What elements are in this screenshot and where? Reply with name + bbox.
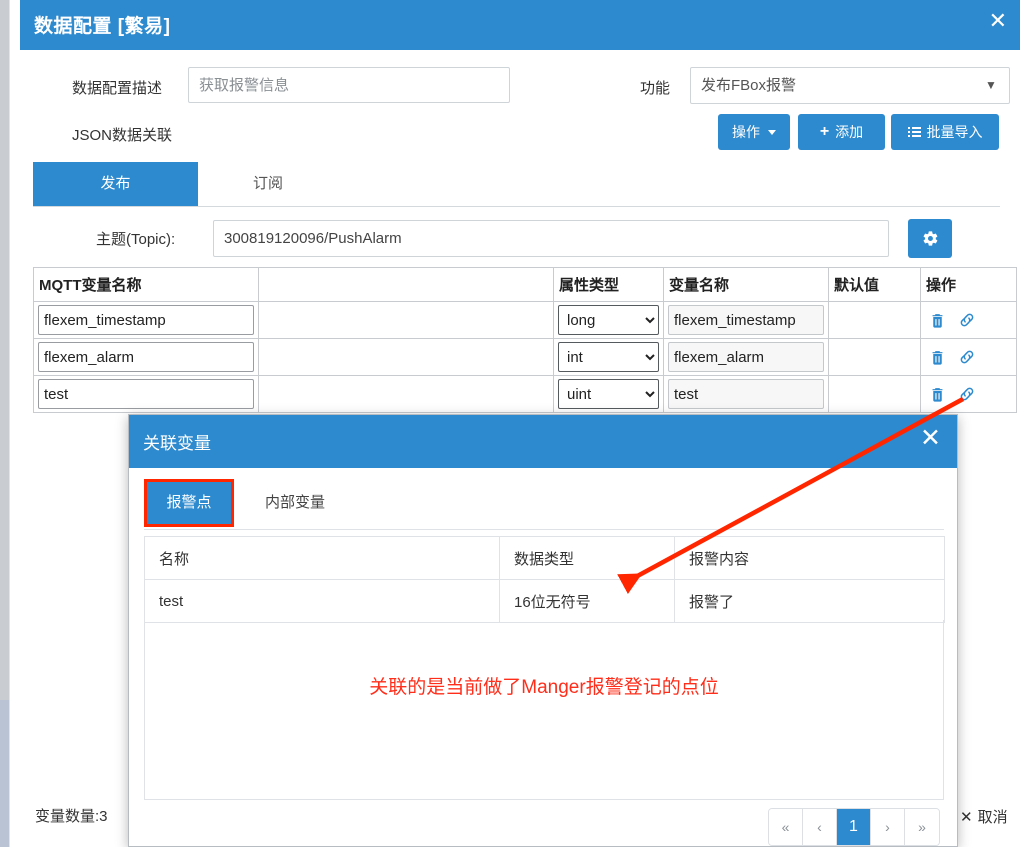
cancel-button[interactable]: ✕ 取消	[960, 806, 1008, 827]
cell-mqtt-name	[33, 338, 259, 376]
col-name: 名称	[144, 536, 500, 580]
pagination-first[interactable]: «	[769, 809, 803, 845]
topic-input[interactable]	[213, 220, 889, 257]
batch-import-button[interactable]: 批量导入	[891, 114, 999, 150]
caret-down-icon	[768, 129, 776, 135]
cell-mqtt-name	[33, 375, 259, 413]
page-title: 数据配置 [繁易]	[34, 16, 171, 37]
col-attr-type: 属性类型	[553, 267, 664, 302]
pagination-last[interactable]: »	[905, 809, 939, 845]
operation-menu-button[interactable]: 操作	[718, 114, 790, 150]
cell-default-value	[828, 375, 921, 413]
cell-spacer	[258, 375, 554, 413]
add-button-label: 添加	[835, 124, 864, 140]
mqtt-name-input[interactable]	[38, 305, 254, 335]
cell-operation	[920, 301, 1017, 339]
pagination-next[interactable]: ›	[871, 809, 905, 845]
cancel-button-label: 取消	[977, 809, 1008, 826]
json-link-label: JSON数据关联	[72, 127, 173, 144]
attr-type-select[interactable]: long	[558, 305, 659, 335]
trash-icon[interactable]	[929, 349, 946, 366]
desc-label: 数据配置描述	[72, 80, 163, 97]
table-header-row: 名称 数据类型 报警内容	[144, 536, 945, 580]
pubsub-tabs: 发布 订阅	[33, 162, 1000, 207]
col-var-name: 变量名称	[663, 267, 829, 302]
modal-close-icon[interactable]: ✕	[920, 426, 941, 451]
col-mqtt-name: MQTT变量名称	[33, 267, 259, 302]
col-default-value: 默认值	[828, 267, 921, 302]
annotation-note: 关联的是当前做了Manger报警登记的点位	[369, 677, 719, 698]
modal-titlebar: 关联变量 ✕	[129, 415, 957, 468]
table-row[interactable]: test 16位无符号 报警了	[144, 579, 945, 623]
link-icon[interactable]	[958, 385, 976, 403]
mqtt-name-input[interactable]	[38, 342, 254, 372]
cell-spacer	[258, 301, 554, 339]
close-icon: ✕	[960, 808, 973, 826]
cell-default-value	[828, 301, 921, 339]
cell-attr-type: long	[553, 301, 664, 339]
cell-alarm-content: 报警了	[674, 579, 945, 623]
topic-label: 主题(Topic):	[96, 231, 176, 248]
function-label: 功能	[640, 80, 671, 97]
var-name-input[interactable]	[668, 342, 824, 372]
mqtt-name-input[interactable]	[38, 379, 254, 409]
cell-attr-type: uint	[553, 375, 664, 413]
cell-default-value	[828, 338, 921, 376]
list-icon	[907, 126, 921, 138]
left-scroll-thumb[interactable]	[0, 700, 10, 847]
table-row: int	[33, 338, 1017, 376]
cell-data-type: 16位无符号	[499, 579, 675, 623]
col-operation: 操作	[920, 267, 1017, 302]
attr-type-select[interactable]: int	[558, 342, 659, 372]
modal-body-area: 关联的是当前做了Manger报警登记的点位	[144, 620, 944, 800]
tab-subscribe[interactable]: 订阅	[223, 162, 313, 206]
pagination: « ‹ 1 › »	[768, 808, 940, 846]
attr-type-select[interactable]: uint	[558, 379, 659, 409]
plus-icon: +	[819, 123, 830, 140]
window-titlebar: 数据配置 [繁易] ✕	[20, 0, 1020, 50]
table-row: long	[33, 301, 1017, 339]
add-button[interactable]: + 添加	[798, 114, 885, 150]
tab-publish[interactable]: 发布	[33, 162, 198, 206]
cell-operation	[920, 338, 1017, 376]
cell-var-name	[663, 338, 829, 376]
col-data-type: 数据类型	[499, 536, 675, 580]
col-alarm-content: 报警内容	[674, 536, 945, 580]
col-spacer	[258, 267, 554, 302]
table-header-row: MQTT变量名称 属性类型 变量名称 默认值 操作	[33, 267, 1017, 302]
cell-spacer	[258, 338, 554, 376]
mqtt-variable-table: MQTT变量名称 属性类型 变量名称 默认值 操作 long	[33, 267, 1017, 413]
link-icon[interactable]	[958, 348, 976, 366]
var-name-input[interactable]	[668, 305, 824, 335]
window-close-icon[interactable]: ✕	[989, 10, 1007, 32]
cell-mqtt-name	[33, 301, 259, 339]
cell-var-name	[663, 301, 829, 339]
modal-tabs: 报警点 内部变量	[144, 477, 944, 530]
gear-icon	[923, 231, 937, 246]
link-variable-modal: 关联变量 ✕ 报警点 内部变量 名称 数据类型 报警内容 test 16位无符号…	[128, 414, 958, 847]
pagination-page-1[interactable]: 1	[837, 809, 871, 845]
operation-menu-label: 操作	[732, 124, 760, 140]
cell-name: test	[144, 579, 500, 623]
var-name-input[interactable]	[668, 379, 824, 409]
tab-alarm-point[interactable]: 报警点	[144, 479, 234, 527]
topic-settings-button[interactable]	[908, 219, 952, 258]
variable-count-label: 变量数量:3	[35, 808, 108, 825]
table-row: uint	[33, 375, 1017, 413]
function-select[interactable]: 发布FBox报警	[690, 67, 1010, 104]
batch-import-label: 批量导入	[926, 124, 983, 140]
tab-internal-variable[interactable]: 内部变量	[249, 479, 341, 527]
modal-title: 关联变量	[143, 434, 211, 453]
cell-var-name	[663, 375, 829, 413]
cell-attr-type: int	[553, 338, 664, 376]
pagination-prev[interactable]: ‹	[803, 809, 837, 845]
trash-icon[interactable]	[929, 312, 946, 329]
link-icon[interactable]	[958, 311, 976, 329]
cell-operation	[920, 375, 1017, 413]
desc-input[interactable]	[188, 67, 510, 103]
trash-icon[interactable]	[929, 386, 946, 403]
alarm-point-table: 名称 数据类型 报警内容 test 16位无符号 报警了	[144, 536, 945, 623]
